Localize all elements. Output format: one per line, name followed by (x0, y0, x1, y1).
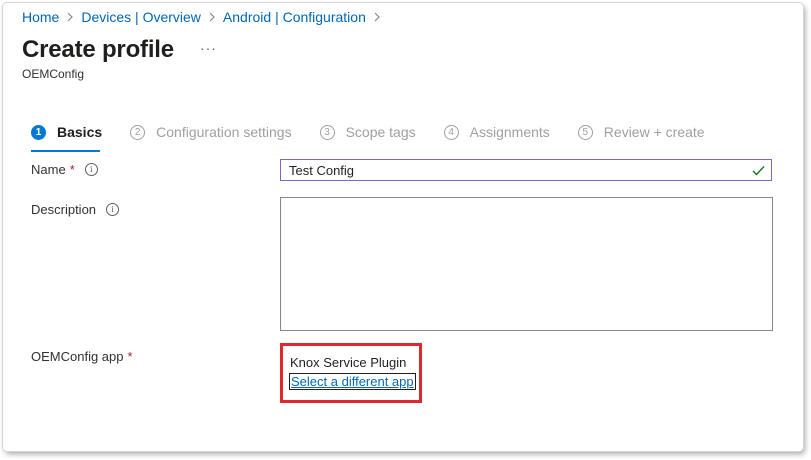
step-number: 5 (577, 124, 593, 140)
oemconfig-app-label: OEMConfig app (31, 349, 124, 364)
active-step-indicator (31, 150, 100, 152)
select-different-app-link[interactable]: Select a different app (289, 373, 416, 390)
step-basics[interactable]: 1 Basics (31, 124, 102, 140)
step-label: Scope tags (345, 124, 416, 140)
step-assignments[interactable]: 4 Assignments (443, 124, 550, 140)
step-number: 2 (130, 124, 146, 140)
step-scope-tags[interactable]: 3 Scope tags (319, 124, 416, 140)
description-label-row: Description i (31, 202, 120, 217)
name-input[interactable] (280, 159, 772, 181)
oemconfig-app-label-row: OEMConfig app * (31, 349, 133, 364)
step-label: Basics (57, 124, 103, 140)
step-number: 4 (443, 124, 459, 140)
chevron-right-icon (208, 12, 216, 22)
wizard-steps: 1 Basics 2 Configuration settings 3 Scop… (31, 119, 733, 145)
page-subtitle: OEMConfig (22, 67, 85, 81)
breadcrumb: Home Devices | Overview Android | Config… (22, 9, 388, 25)
breadcrumb-android-configuration[interactable]: Android | Configuration (223, 9, 366, 25)
more-icon[interactable]: ··· (200, 40, 217, 56)
name-label: Name (31, 162, 66, 177)
chevron-right-icon (66, 12, 74, 22)
required-marker: * (69, 162, 75, 177)
page-title: Create profile (22, 36, 174, 63)
breadcrumb-home[interactable]: Home (22, 9, 59, 25)
breadcrumb-devices-overview[interactable]: Devices | Overview (81, 9, 201, 25)
step-label: Assignments (469, 124, 550, 140)
description-textarea[interactable] (280, 197, 773, 331)
selected-app-name: Knox Service Plugin (290, 355, 407, 370)
name-label-row: Name * i (31, 162, 98, 177)
title-row: Create profile ··· (22, 36, 217, 64)
create-profile-window: Home Devices | Overview Android | Config… (3, 3, 803, 451)
step-label: Configuration settings (156, 124, 292, 140)
step-configuration-settings[interactable]: 2 Configuration settings (130, 124, 292, 140)
checkmark-icon (752, 163, 765, 181)
info-icon[interactable]: i (106, 203, 120, 216)
chevron-right-icon (373, 12, 381, 22)
step-label: Review + create (603, 124, 705, 140)
step-number: 3 (319, 124, 335, 140)
step-number: 1 (31, 124, 46, 140)
info-icon[interactable]: i (84, 163, 98, 176)
step-review-create[interactable]: 5 Review + create (577, 124, 705, 140)
description-label: Description (31, 202, 97, 217)
required-marker: * (127, 349, 133, 364)
